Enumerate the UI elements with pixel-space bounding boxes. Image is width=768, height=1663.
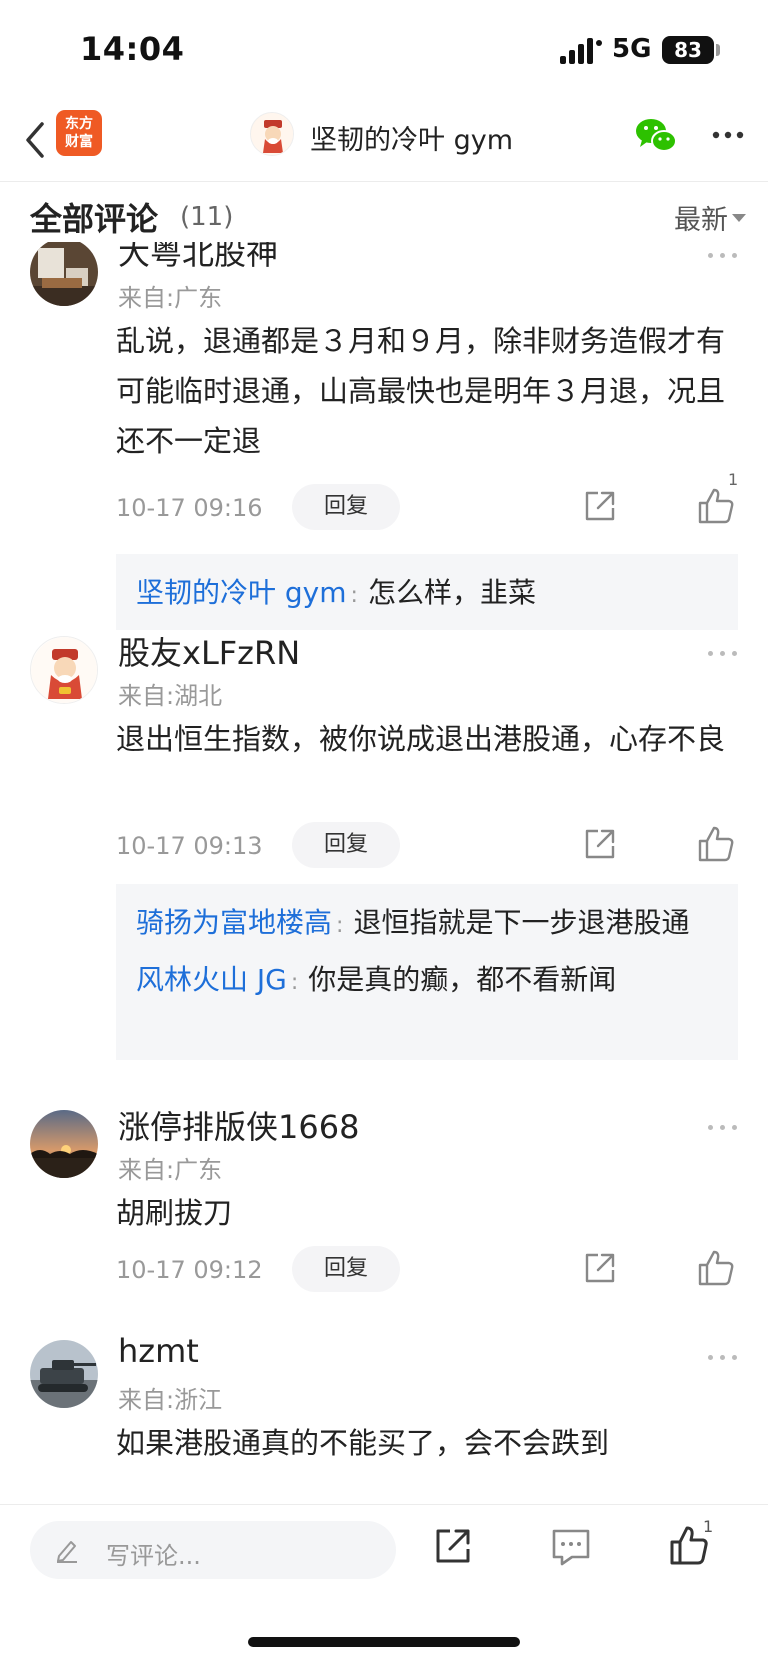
user-name[interactable]: 股友xLFzRN <box>118 628 300 674</box>
reply-text: 怎么样，韭菜 <box>367 576 536 609</box>
back-button[interactable] <box>18 118 58 162</box>
comments-count: (11) <box>180 202 234 232</box>
comment-text: 胡刷拔刀 <box>116 1196 233 1230</box>
comment-input-placeholder: 写评论... <box>106 1542 201 1570</box>
comment-item: 股友xLFzRN 来自:湖北 退出恒生指数，被你说成退出港股通，心存不良 10-… <box>0 634 768 1066</box>
user-location: 来自:广东 <box>118 1156 223 1184</box>
wechat-icon <box>636 119 677 152</box>
comment-text: 退出恒生指数，被你说成退出港股通，心存不良 <box>116 722 726 756</box>
like-button[interactable] <box>696 824 736 864</box>
comment-more-button[interactable] <box>706 248 740 264</box>
comment-more-button[interactable] <box>706 1120 740 1136</box>
chevron-left-icon <box>26 122 44 158</box>
share-button[interactable] <box>582 826 618 862</box>
photo-avatar-icon <box>30 242 98 306</box>
comment-text: 乱说，退通都是３月和９月，除非财务造假才有可能临时退通，山高最快也是明年３月退，… <box>116 324 726 458</box>
ellipsis-icon <box>712 131 744 139</box>
pencil-icon <box>57 1541 77 1563</box>
comment-time: 10-17 09:13 <box>116 832 263 860</box>
reply-item: 骑扬为富地楼高: 退恒指就是下一步退港股通 <box>136 906 690 939</box>
caret-down-icon <box>732 214 746 222</box>
app-logo[interactable]: 东方 财富 <box>56 110 102 156</box>
nav-bar: 东方 财富 坚韧的冷叶 gym <box>0 100 768 182</box>
user-location: 来自:浙江 <box>118 1386 223 1414</box>
comments-title: 全部评论 <box>30 200 159 238</box>
app-logo-text: 东方 财富 <box>65 116 93 150</box>
reply-button[interactable]: 回复 <box>292 1246 400 1292</box>
user-location: 来自:广东 <box>118 284 223 312</box>
user-name[interactable]: 涨停排版侠1668 <box>118 1102 359 1148</box>
reply-item: 风林火山 JG: 你是真的癫，都不看新闻 <box>136 963 617 996</box>
comments-button[interactable] <box>550 1527 592 1567</box>
comment-bubble-icon <box>552 1529 590 1566</box>
post-like-count: 1 <box>703 1517 714 1536</box>
network-type: 5G <box>612 34 652 64</box>
like-count: 1 <box>728 470 739 489</box>
reply-thread: 骑扬为富地楼高: 退恒指就是下一步退港股通 风林火山 JG: 你是真的癫，都不看新闻 <box>116 884 738 1060</box>
page-title: 坚韧的冷叶 gym <box>310 125 514 156</box>
battery-icon: 83 <box>662 36 714 64</box>
comments-header: 全部评论 (11) 最新 <box>0 188 768 242</box>
share-icon <box>585 829 615 859</box>
reply-user[interactable]: 风林火山 JG <box>136 963 287 996</box>
user-location: 来自:湖北 <box>118 682 223 710</box>
comment-item: 涨停排版侠1668 来自:广东 胡刷拔刀 10-17 09:12 回复 <box>0 1108 768 1310</box>
comment-input[interactable]: 写评论... <box>30 1521 396 1579</box>
status-bar: 14:04 5G 83 <box>0 0 768 100</box>
share-post-button[interactable] <box>432 1525 474 1567</box>
thumbs-up-icon <box>698 826 734 862</box>
sunset-avatar-icon <box>30 1110 98 1178</box>
wechat-share-button[interactable] <box>634 116 678 156</box>
thumbs-up-icon <box>698 1250 734 1286</box>
reply-text: 你是真的癫，都不看新闻 <box>308 963 617 996</box>
battery-tip <box>716 44 720 56</box>
comment-time: 10-17 09:16 <box>116 494 263 522</box>
comment-more-button[interactable] <box>706 646 740 662</box>
author-avatar[interactable] <box>250 112 294 156</box>
comment-time: 10-17 09:12 <box>116 1256 263 1284</box>
share-icon <box>436 1529 470 1563</box>
comment-feed[interactable]: 大粤北股神 来自:广东 乱说，退通都是３月和９月，除非财务造假才有可能临时退通，… <box>0 242 768 1504</box>
comment-more-button[interactable] <box>706 1350 740 1366</box>
reply-text: 退恒指就是下一步退港股通 <box>353 906 690 939</box>
sort-dropdown[interactable]: 最新 <box>674 198 728 237</box>
user-avatar[interactable] <box>30 1110 98 1178</box>
reply-user[interactable]: 骑扬为富地楼高 <box>136 906 332 939</box>
comment-item: 大粤北股神 来自:广东 乱说，退通都是３月和９月，除非财务造假才有可能临时退通，… <box>0 242 768 630</box>
comment-item: hzmt 来自:浙江 如果港股通真的不能买了，会不会跌到 <box>0 1332 768 1504</box>
reply-button[interactable]: 回复 <box>292 484 400 530</box>
user-avatar[interactable] <box>30 636 98 704</box>
reply-thread: 坚韧的冷叶 gym: 怎么样，韭菜 <box>116 554 738 630</box>
fortune-god-avatar-icon <box>251 113 293 155</box>
user-name[interactable]: 大粤北股神 <box>118 242 278 274</box>
share-icon <box>585 1253 615 1283</box>
user-avatar[interactable] <box>30 242 98 306</box>
comment-text: 如果港股通真的不能买了，会不会跌到 <box>116 1426 610 1460</box>
share-button[interactable] <box>582 1250 618 1286</box>
cellular-signal-icon <box>560 38 602 64</box>
reply-item: 坚韧的冷叶 gym: 怎么样，韭菜 <box>136 576 536 609</box>
reply-button[interactable]: 回复 <box>292 822 400 868</box>
thumbs-up-icon <box>698 488 734 524</box>
fortune-god-avatar-icon <box>31 637 97 703</box>
reply-user[interactable]: 坚韧的冷叶 gym <box>136 576 347 609</box>
like-button[interactable] <box>696 486 736 526</box>
bottom-action-bar: 写评论... 1 <box>0 1504 768 1663</box>
share-icon <box>585 491 615 521</box>
user-name[interactable]: hzmt <box>118 1332 199 1370</box>
status-time: 14:04 <box>80 30 185 68</box>
like-button[interactable] <box>696 1248 736 1288</box>
more-options-button[interactable] <box>708 120 748 150</box>
share-button[interactable] <box>582 488 618 524</box>
home-indicator <box>248 1637 520 1647</box>
tank-avatar-icon <box>30 1340 98 1408</box>
user-avatar[interactable] <box>30 1340 98 1408</box>
